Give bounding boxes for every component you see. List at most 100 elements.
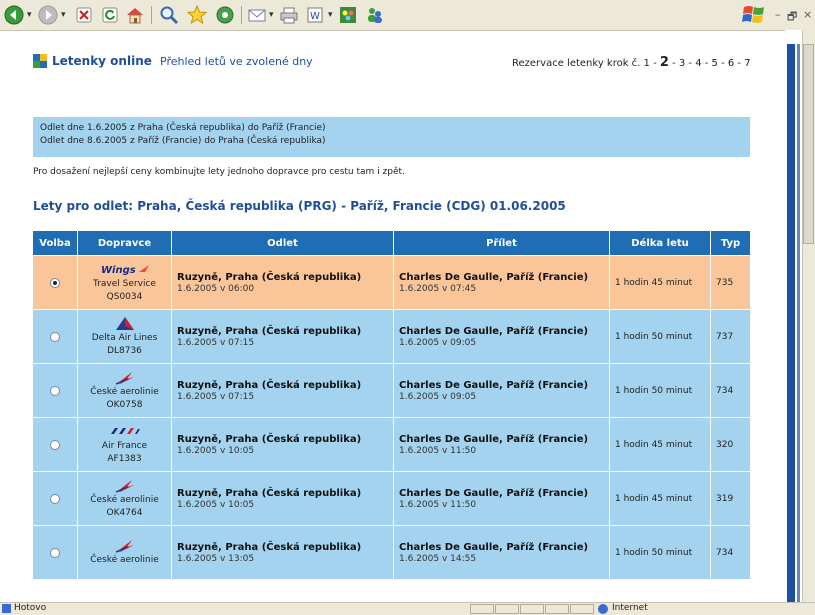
aircraft-type-cell: 734	[710, 364, 750, 417]
arrival-cell: Charles De Gaulle, Paříž (Francie) 1.6.2…	[393, 418, 609, 471]
arrival-airport: Charles De Gaulle, Paříž (Francie)	[399, 379, 589, 391]
frame-border	[787, 44, 795, 602]
outbound-summary: Odlet dne 1.6.2005 z Praha (Česká republ…	[40, 123, 326, 133]
chevron-down-icon[interactable]: ▾	[61, 10, 66, 20]
arrival-time: 1.6.2005 v 14:55	[399, 553, 477, 564]
status-cell	[545, 604, 569, 614]
windows-logo-icon	[740, 4, 768, 26]
table-row[interactable]: Wings Travel Service QS0034 Ruzyně, Prah…	[33, 256, 750, 309]
back-icon[interactable]	[3, 4, 25, 26]
duration-cell: 1 hodin 50 minut	[609, 310, 710, 363]
chevron-down-icon[interactable]: ▾	[269, 10, 274, 20]
departure-airport: Ruzyně, Praha (Česká republika)	[177, 487, 362, 499]
restore-icon[interactable]: 🗗	[787, 8, 797, 27]
carrier-name: Air France	[101, 440, 148, 451]
stop-icon[interactable]	[74, 4, 94, 26]
flight-radio[interactable]	[50, 439, 60, 450]
duration-cell: 1 hodin 45 minut	[609, 472, 710, 525]
favorites-icon[interactable]	[186, 4, 208, 26]
header-departure: Odlet	[171, 231, 393, 255]
carrier-cell: České aerolinie	[77, 526, 171, 579]
chevron-down-icon[interactable]: ▾	[328, 10, 333, 20]
departure-airport: Ruzyně, Praha (Česká republika)	[177, 325, 362, 337]
header-duration: Délka letu	[609, 231, 710, 255]
flight-radio[interactable]	[50, 277, 60, 288]
flight-radio[interactable]	[50, 331, 60, 342]
search-icon[interactable]	[158, 4, 180, 26]
carrier-cell: Wings Travel Service QS0034	[77, 256, 171, 309]
duration-cell: 1 hodin 45 minut	[609, 256, 710, 309]
svg-text:W: W	[310, 11, 320, 22]
select-cell	[33, 364, 77, 417]
close-icon[interactable]: ×	[803, 8, 812, 21]
flight-radio[interactable]	[50, 547, 60, 558]
status-cell	[495, 604, 519, 614]
arrival-cell: Charles De Gaulle, Paříž (Francie) 1.6.2…	[393, 310, 609, 363]
steps-prefix: Rezervace letenky krok č. 1 -	[512, 58, 660, 69]
globe-icon	[598, 604, 608, 614]
departure-time: 1.6.2005 v 07:15	[177, 391, 255, 402]
messenger-icon[interactable]	[337, 4, 359, 26]
departure-cell: Ruzyně, Praha (Česká republika) 1.6.2005…	[171, 310, 393, 363]
forward-icon[interactable]	[37, 4, 59, 26]
smartwings-logo: Wings	[99, 262, 151, 277]
brand-title[interactable]: Letenky online	[52, 54, 152, 68]
aircraft-type-cell: 737	[710, 310, 750, 363]
delta-logo	[115, 316, 135, 331]
departure-time: 1.6.2005 v 10:05	[177, 445, 255, 456]
table-row[interactable]: České aerolinie Ruzyně, Praha (Česká rep…	[33, 526, 750, 579]
carrier-name: Travel Service	[93, 278, 156, 289]
minimize-icon[interactable]: –	[775, 8, 781, 21]
departure-time: 1.6.2005 v 10:05	[177, 499, 255, 510]
carrier-cell: České aerolinie OK4764	[77, 472, 171, 525]
scrollbar-thumb[interactable]	[803, 44, 814, 244]
select-cell	[33, 418, 77, 471]
browser-toolbar: ▾ ▾ ▾ W ▾ – 🗗 ×	[0, 0, 815, 31]
arrival-time: 1.6.2005 v 09:05	[399, 337, 477, 348]
table-row[interactable]: České aerolinie OK0758 Ruzyně, Praha (Če…	[33, 364, 750, 417]
airfrance-logo	[110, 424, 140, 439]
departure-time: 1.6.2005 v 07:15	[177, 337, 255, 348]
arrival-time: 1.6.2005 v 11:50	[399, 499, 477, 510]
select-cell	[33, 472, 77, 525]
flight-radio[interactable]	[50, 385, 60, 396]
departure-airport: Ruzyně, Praha (Česká republika)	[177, 379, 362, 391]
status-cell	[470, 604, 494, 614]
refresh-icon[interactable]	[100, 4, 120, 26]
carrier-name: České aerolinie	[90, 494, 159, 505]
flight-radio[interactable]	[50, 493, 60, 504]
arrival-airport: Charles De Gaulle, Paříž (Francie)	[399, 271, 589, 283]
arrival-time: 1.6.2005 v 11:50	[399, 445, 477, 456]
departure-cell: Ruzyně, Praha (Česká republika) 1.6.2005…	[171, 472, 393, 525]
edit-icon[interactable]: W	[304, 4, 326, 26]
header-select: Volba	[39, 237, 71, 249]
table-row[interactable]: Air France AF1383 Ruzyně, Praha (Česká r…	[33, 418, 750, 471]
chevron-down-icon[interactable]: ▾	[27, 10, 32, 20]
select-cell	[33, 310, 77, 363]
header-type: Typ	[710, 231, 750, 255]
table-row[interactable]: České aerolinie OK4764 Ruzyně, Praha (Če…	[33, 472, 750, 525]
page-subtitle: Přehled letů ve zvolené dny	[160, 55, 313, 68]
arrival-airport: Charles De Gaulle, Paříž (Francie)	[399, 541, 589, 553]
carrier-cell: České aerolinie OK0758	[77, 364, 171, 417]
current-step: 2	[659, 55, 669, 70]
page-icon	[2, 604, 11, 613]
duration-cell: 1 hodin 45 minut	[609, 418, 710, 471]
toolbar-separator	[241, 6, 242, 24]
flight-number: OK4764	[106, 507, 143, 518]
itinerary-summary: Odlet dne 1.6.2005 z Praha (Česká republ…	[33, 117, 750, 157]
arrival-cell: Charles De Gaulle, Paříž (Francie) 1.6.2…	[393, 472, 609, 525]
contacts-icon[interactable]	[364, 4, 386, 26]
departure-airport: Ruzyně, Praha (Česká republika)	[177, 271, 362, 283]
media-icon[interactable]	[214, 4, 236, 26]
table-row[interactable]: Delta Air Lines DL8736 Ruzyně, Praha (Če…	[33, 310, 750, 363]
toolbar-separator	[151, 6, 152, 24]
print-icon[interactable]	[278, 4, 300, 26]
table-header: Volba Dopravce Odlet Přílet Délka letu T…	[33, 231, 750, 255]
header-arrival: Přílet	[393, 231, 609, 255]
departure-time: 1.6.2005 v 06:00	[177, 283, 255, 294]
mail-icon[interactable]	[246, 4, 268, 26]
carrier-cell: Delta Air Lines DL8736	[77, 310, 171, 363]
home-icon[interactable]	[124, 4, 146, 26]
frame-border	[797, 44, 800, 602]
